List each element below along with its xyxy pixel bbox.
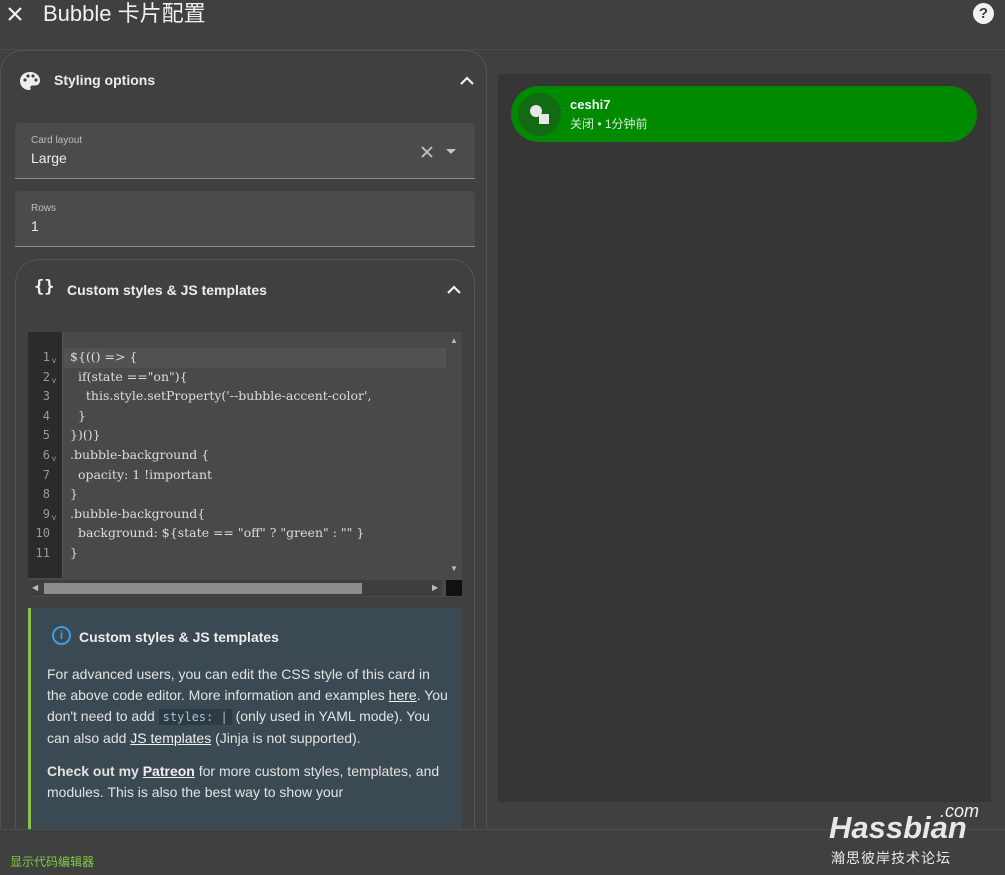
line-number: 7 xyxy=(42,468,50,482)
card-layout-value: Large xyxy=(31,150,67,166)
bubble-card[interactable]: ceshi7 关闭 • 1分钟前 xyxy=(511,86,977,142)
scroll-down-arrow-icon[interactable]: ▼ xyxy=(450,564,458,573)
code-line: } xyxy=(70,545,78,560)
styling-options-panel: Styling options Card layout Large Rows 1… xyxy=(0,50,487,830)
show-code-editor-button[interactable]: 显示代码编辑器 xyxy=(10,853,94,870)
rows-label: Rows xyxy=(31,203,57,214)
entity-icon[interactable] xyxy=(518,93,561,136)
code-content[interactable]: ${(() => { if(state =="on"){ this.style.… xyxy=(64,332,446,578)
fold-arrow-icon[interactable]: v xyxy=(52,356,56,365)
styling-options-title: Styling options xyxy=(54,72,156,88)
scroll-right-arrow-icon[interactable]: ▶ xyxy=(432,583,438,592)
code-line: .bubble-background{ xyxy=(70,506,206,521)
vertical-scrollbar[interactable]: ▲ ▼ xyxy=(446,332,462,578)
code-line: opacity: 1 !important xyxy=(70,467,213,482)
line-number: 5 xyxy=(42,428,50,442)
horizontal-scrollbar[interactable]: ◀ ▶ xyxy=(28,580,442,596)
scrollbar-corner xyxy=(446,580,462,596)
info-text-span: (Jinja is not supported). xyxy=(211,730,361,746)
line-number: 8 xyxy=(42,487,50,501)
custom-styles-title: Custom styles & JS templates xyxy=(67,282,267,298)
rows-field[interactable]: Rows 1 xyxy=(15,191,475,247)
info-paragraph: For advanced users, you can edit the CSS… xyxy=(47,664,451,749)
code-editor[interactable]: 1 2 3 4 5 6 7 8 9 10 11 v v v v ${(() =>… xyxy=(28,332,462,597)
code-line: } xyxy=(70,486,78,501)
card-layout-select[interactable]: Card layout Large xyxy=(15,123,475,179)
info-text-span: For advanced users, you can edit the CSS… xyxy=(47,666,430,703)
chevron-up-icon[interactable] xyxy=(446,285,462,295)
help-icon[interactable]: ? xyxy=(973,3,994,24)
info-title: Custom styles & JS templates xyxy=(79,629,279,645)
shapes-icon xyxy=(530,105,549,124)
line-number: 3 xyxy=(42,389,50,403)
custom-styles-header[interactable]: {} Custom styles & JS templates xyxy=(16,260,474,320)
patreon-link[interactable]: Patreon xyxy=(143,763,195,779)
line-number: 9 xyxy=(42,507,50,521)
info-paragraph: Check out my Patreon for more custom sty… xyxy=(47,761,451,803)
rows-value: 1 xyxy=(31,218,39,234)
info-alert: i Custom styles & JS templates For advan… xyxy=(28,608,462,830)
styles-code-chip: styles: | xyxy=(158,709,232,725)
chevron-up-icon[interactable] xyxy=(459,76,475,86)
code-line: .bubble-background { xyxy=(70,447,210,462)
scroll-left-arrow-icon[interactable]: ◀ xyxy=(32,583,38,592)
entity-state: 关闭 • 1分钟前 xyxy=(570,117,648,131)
line-number: 4 xyxy=(42,409,50,423)
code-line: } xyxy=(70,408,86,423)
here-link[interactable]: here xyxy=(389,687,417,703)
code-braces-icon: {} xyxy=(34,277,55,297)
card-layout-label: Card layout xyxy=(31,135,83,146)
scroll-up-arrow-icon[interactable]: ▲ xyxy=(450,336,458,345)
close-icon[interactable] xyxy=(4,3,26,25)
code-line: this.style.setProperty('--bubble-accent-… xyxy=(70,388,372,403)
dropdown-arrow-icon[interactable] xyxy=(446,149,456,154)
fold-arrow-icon[interactable]: v xyxy=(52,454,56,463)
dialog-header: Bubble 卡片配置 ? xyxy=(0,0,1005,50)
line-number: 11 xyxy=(35,546,50,560)
fold-arrow-icon[interactable]: v xyxy=(52,376,56,385)
code-line: })()} xyxy=(70,427,101,442)
watermark-brand: Hassbian xyxy=(829,810,967,845)
code-line: ${(() => { xyxy=(70,349,138,364)
code-line: if(state =="on"){ xyxy=(70,369,188,384)
info-text: For advanced users, you can edit the CSS… xyxy=(47,664,451,815)
watermark-subtitle: 瀚思彼岸技术论坛 xyxy=(831,850,951,866)
custom-styles-panel: {} Custom styles & JS templates 1 2 3 4 … xyxy=(15,259,475,830)
line-number: 2 xyxy=(42,370,50,384)
code-line: background: ${state == "off" ? "green" :… xyxy=(70,525,365,540)
card-preview: ceshi7 关闭 • 1分钟前 xyxy=(498,74,991,802)
styling-options-header[interactable]: Styling options xyxy=(1,51,486,109)
line-number: 10 xyxy=(35,526,50,540)
palette-icon xyxy=(20,72,40,90)
dialog-title: Bubble 卡片配置 xyxy=(43,1,206,26)
info-icon: i xyxy=(52,626,71,645)
fold-arrow-icon[interactable]: v xyxy=(52,513,56,522)
entity-name: ceshi7 xyxy=(570,97,611,112)
js-templates-link[interactable]: JS templates xyxy=(130,730,211,746)
line-number: 6 xyxy=(42,448,50,462)
horizontal-scroll-thumb[interactable] xyxy=(44,583,362,594)
clear-icon[interactable] xyxy=(420,145,434,159)
line-number: 1 xyxy=(42,350,50,364)
info-bold-text: Check out my xyxy=(47,763,143,779)
line-number-gutter: 1 2 3 4 5 6 7 8 9 10 11 v v v v xyxy=(28,332,63,578)
